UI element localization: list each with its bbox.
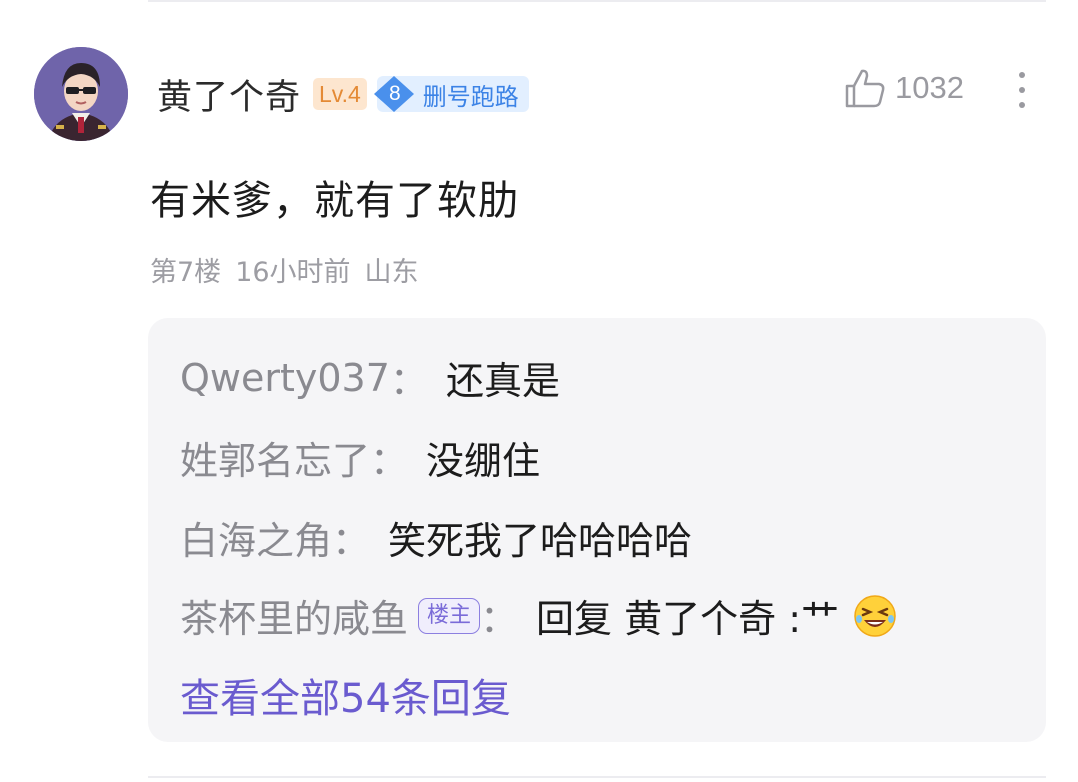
view-all-replies-link[interactable]: 查看全部54条回复 [180, 666, 511, 724]
top-divider [148, 0, 1046, 2]
level-badge: Lv.4 [313, 78, 367, 110]
thumbs-up-icon [845, 69, 885, 108]
comment-text: 有米爹，就有了软肋 [150, 178, 519, 224]
reply-content: 回复 黄了个奇 :艹 [536, 597, 840, 641]
like-count: 1032 [895, 70, 964, 105]
reply-separator: ： [332, 519, 371, 563]
reply-item[interactable]: 姓郭名忘了 ： 没绷住 [180, 430, 540, 485]
replies-panel[interactable]: Qwerty037 ： 还真是 姓郭名忘了 ： 没绷住 白海之角 ： 笑死我了哈… [148, 318, 1046, 742]
reply-separator: ： [480, 597, 519, 641]
username[interactable]: 黄了个奇 [157, 69, 301, 120]
fan-badge[interactable]: 8 删号跑路 [373, 76, 529, 112]
location: 山东 [364, 257, 419, 288]
comment-header: 黄了个奇 Lv.4 8 删号跑路 [157, 68, 529, 120]
reply-author[interactable]: 茶杯里的咸鱼 [180, 588, 408, 643]
reply-separator: ： [370, 439, 409, 483]
reply-item[interactable]: 茶杯里的咸鱼 楼主 ： 回复 黄了个奇 :艹 [180, 588, 897, 643]
fan-level: 8 [388, 82, 401, 105]
reply-author[interactable]: Qwerty037 [180, 356, 390, 400]
reply-item[interactable]: 白海之角 ： 笑死我了哈哈哈哈 [180, 510, 692, 565]
reply-content: 笑死我了哈哈哈哈 [388, 519, 693, 563]
thread-owner-badge: 楼主 [418, 597, 481, 634]
reply-author[interactable]: 姓郭名忘了 [180, 430, 370, 485]
laughing-emoji-icon [854, 594, 896, 637]
fan-title: 删号跑路 [422, 82, 519, 111]
timestamp: 16小时前 [235, 257, 351, 288]
reply-content: 没绷住 [426, 439, 541, 483]
more-options-icon[interactable] [1010, 72, 1034, 114]
floor-number: 第7楼 [150, 257, 222, 288]
bottom-divider [148, 776, 1046, 778]
reply-content: 还真是 [445, 359, 560, 403]
reply-separator: ： [389, 359, 428, 403]
avatar-image [34, 47, 128, 141]
reply-item[interactable]: Qwerty037 ： 还真是 [180, 350, 560, 405]
avatar[interactable] [34, 47, 128, 141]
reply-author[interactable]: 白海之角 [180, 510, 332, 565]
like-button[interactable]: 1032 [843, 66, 964, 110]
comment-meta: 第7楼 16小时前 山东 [150, 250, 419, 289]
